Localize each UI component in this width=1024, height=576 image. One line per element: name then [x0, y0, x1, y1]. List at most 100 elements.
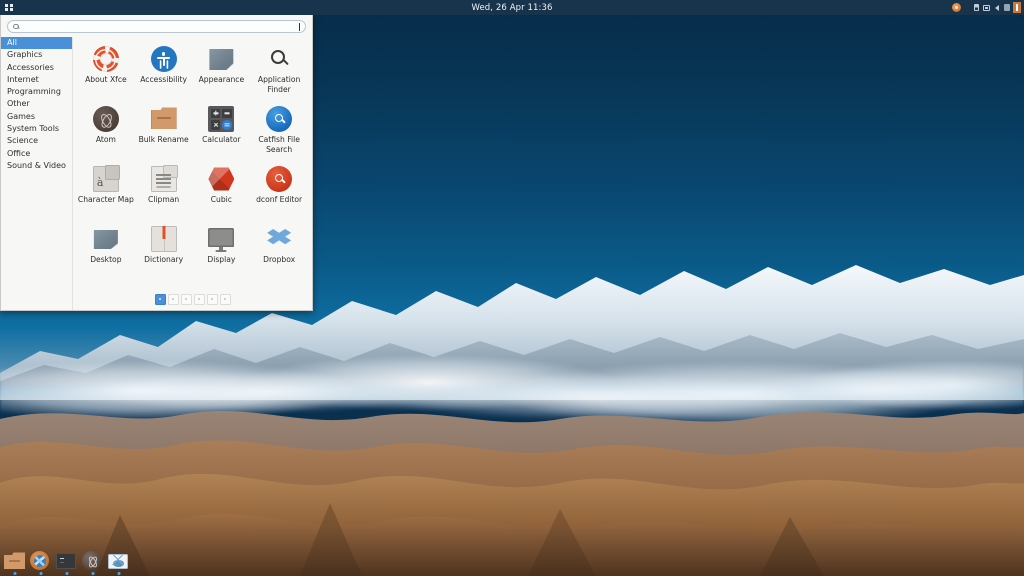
category-item-system-tools[interactable]: System Tools — [1, 123, 72, 135]
indicator-icon[interactable] — [1003, 4, 1010, 12]
file-manager-icon — [4, 552, 25, 569]
app-label: Dictionary — [144, 255, 184, 264]
running-indicator — [117, 572, 121, 575]
page-button-6[interactable] — [219, 293, 231, 305]
app-label: Desktop — [90, 255, 122, 264]
app-item-desktop[interactable]: Desktop — [77, 221, 135, 281]
category-list: All Graphics Accessories Internet Programmin… — [1, 37, 73, 310]
app-item-cubic[interactable]: Cubic — [193, 161, 251, 221]
app-item-dropbox[interactable]: Dropbox — [250, 221, 308, 281]
app-icon-wrap — [150, 226, 177, 252]
app-icon-wrap — [92, 165, 120, 192]
clipboard-icon — [150, 165, 178, 192]
dropbox-icon — [266, 226, 292, 252]
app-item-clipman[interactable]: Clipman — [135, 161, 193, 221]
app-item-application-finder[interactable]: Application Finder — [250, 41, 308, 101]
app-item-character-map[interactable]: Character Map — [77, 161, 135, 221]
mail-client-icon — [108, 554, 128, 569]
app-label: Catfish File Search — [258, 135, 300, 154]
app-icon-wrap — [208, 46, 234, 72]
app-label: About Xfce — [85, 75, 127, 84]
app-label: Application Finder — [257, 75, 301, 94]
app-item-dconf-editor[interactable]: dconf Editor — [250, 161, 308, 221]
desktop-icon — [93, 230, 118, 249]
app-item-display[interactable]: Display — [193, 221, 251, 281]
app-label: Calculator — [202, 135, 241, 144]
software-updater-icon[interactable] — [952, 3, 961, 12]
running-indicator — [91, 572, 95, 575]
dock-item-file-manager[interactable] — [4, 551, 26, 576]
text-cursor — [299, 22, 300, 31]
applications-menu-button[interactable] — [0, 0, 18, 15]
category-item-programming[interactable]: Programming — [1, 86, 72, 98]
category-item-accessories[interactable]: Accessories — [1, 62, 72, 74]
app-icon-wrap — [266, 166, 293, 192]
web-browser-icon — [30, 551, 49, 570]
app-label: Display — [207, 255, 236, 264]
app-label: Dropbox — [263, 255, 296, 264]
category-item-games[interactable]: Games — [1, 111, 72, 123]
page-dot-icon — [197, 297, 201, 301]
whisker-menu-panel: All Graphics Accessories Internet Programmin… — [0, 15, 313, 311]
foothills — [0, 375, 1024, 576]
app-label: Appearance — [198, 75, 245, 84]
accessibility-icon — [150, 46, 177, 72]
category-item-graphics[interactable]: Graphics — [1, 49, 72, 61]
category-item-other[interactable]: Other — [1, 98, 72, 110]
page-button-3[interactable] — [180, 293, 192, 305]
dock-item-mail[interactable] — [108, 551, 130, 576]
dock-item-atom[interactable] — [82, 551, 104, 576]
app-icon-wrap — [92, 46, 119, 72]
category-item-internet[interactable]: Internet — [1, 74, 72, 86]
cube-icon — [208, 167, 235, 191]
applications-pane: About Xfce Accessibility Appearance Applica… — [73, 37, 312, 310]
running-indicator — [39, 572, 43, 575]
character-map-icon — [92, 165, 120, 192]
search-input[interactable] — [21, 21, 296, 32]
catfish-search-icon — [266, 106, 293, 132]
page-indicator-bar — [77, 288, 308, 310]
app-label: Character Map — [77, 195, 134, 204]
page-button-2[interactable] — [167, 293, 179, 305]
app-label: dconf Editor — [256, 195, 303, 204]
app-item-appearance[interactable]: Appearance — [193, 41, 251, 101]
app-item-calculator[interactable]: Calculator — [193, 101, 251, 161]
dock-item-web-browser[interactable] — [30, 551, 52, 576]
app-icon-wrap — [208, 226, 235, 252]
network-icon[interactable] — [983, 4, 990, 12]
magnifier-icon — [266, 46, 292, 72]
dconf-icon — [266, 166, 293, 192]
running-indicator — [13, 572, 17, 575]
menu-body: All Graphics Accessories Internet Programmin… — [1, 37, 312, 310]
category-item-science[interactable]: Science — [1, 135, 72, 147]
app-icon-wrap — [93, 226, 119, 252]
session-icon[interactable] — [1013, 2, 1021, 13]
page-button-5[interactable] — [206, 293, 218, 305]
page-dot-icon — [171, 297, 175, 301]
taskbar-dock — [0, 550, 147, 576]
app-icon-wrap — [266, 106, 293, 132]
app-item-about-xfce[interactable]: About Xfce — [77, 41, 135, 101]
category-item-all[interactable]: All — [1, 37, 72, 50]
volume-icon[interactable] — [993, 4, 1000, 12]
panel-clock[interactable]: Wed, 26 Apr 11:36 — [0, 3, 1024, 13]
app-item-atom[interactable]: Atom — [77, 101, 135, 161]
page-button-1[interactable] — [154, 293, 166, 305]
page-button-4[interactable] — [193, 293, 205, 305]
app-item-dictionary[interactable]: Dictionary — [135, 221, 193, 281]
app-item-catfish-file-search[interactable]: Catfish File Search — [250, 101, 308, 161]
category-item-office[interactable]: Office — [1, 148, 72, 160]
battery-icon[interactable] — [973, 4, 980, 12]
app-item-accessibility[interactable]: Accessibility — [135, 41, 193, 101]
grid-icon — [5, 3, 13, 12]
app-label: Bulk Rename — [138, 135, 189, 144]
search-box[interactable] — [7, 20, 306, 33]
calculator-icon — [208, 106, 235, 132]
app-item-bulk-rename[interactable]: Bulk Rename — [135, 101, 193, 161]
dock-item-terminal[interactable] — [56, 551, 78, 576]
category-item-sound-video[interactable]: Sound & Video — [1, 160, 72, 172]
page-dot-icon — [223, 297, 227, 301]
page-dot-icon — [210, 297, 214, 301]
top-panel: Wed, 26 Apr 11:36 — [0, 0, 1024, 15]
app-label: Cubic — [210, 195, 232, 204]
